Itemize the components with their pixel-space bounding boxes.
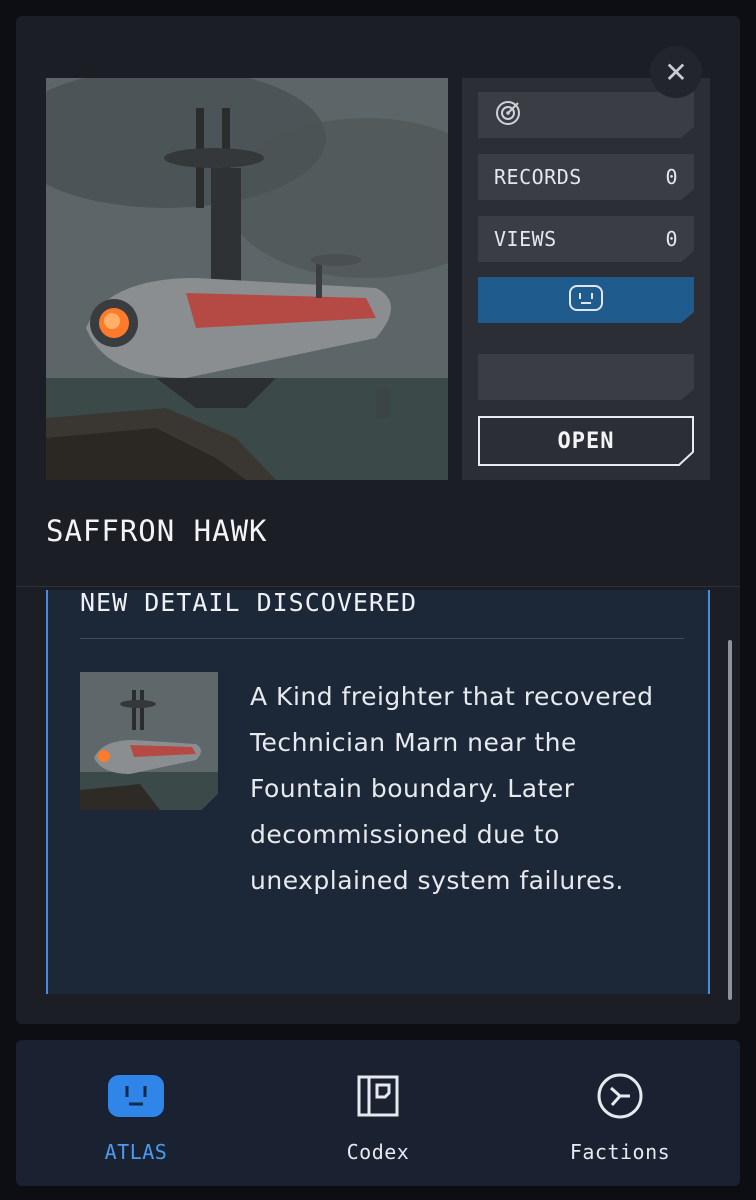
empty-slot-button[interactable] [478, 354, 694, 400]
views-stat[interactable]: VIEWS 0 [478, 216, 694, 262]
close-icon: ✕ [664, 55, 688, 89]
detail-description: A Kind freighter that recovered Technici… [250, 682, 654, 895]
atlas-face-icon [106, 1072, 166, 1120]
detail-thumbnail [80, 672, 218, 810]
views-count: 0 [665, 227, 678, 251]
section-divider [16, 586, 740, 587]
bottom-navigation: ATLAS Codex Factions [16, 1040, 740, 1186]
nav-label-factions: Factions [569, 1140, 671, 1164]
records-label: RECORDS [494, 165, 582, 189]
nav-label-atlas: ATLAS [104, 1140, 168, 1164]
views-label: VIEWS [494, 227, 557, 251]
open-button[interactable]: OPEN [478, 416, 694, 466]
atlas-link-button[interactable] [478, 277, 694, 323]
codex-book-icon [348, 1072, 408, 1120]
records-count: 0 [665, 165, 678, 189]
nav-item-factions[interactable]: Factions [500, 1040, 740, 1186]
nav-label-codex: Codex [346, 1140, 410, 1164]
open-label: OPEN [557, 428, 615, 454]
scan-button[interactable] [478, 92, 694, 138]
face-icon [568, 284, 604, 317]
records-stat[interactable]: RECORDS 0 [478, 154, 694, 200]
nav-item-atlas[interactable]: ATLAS [16, 1040, 256, 1186]
ship-image [46, 78, 448, 480]
ship-name: SAFFRON HAWK [46, 514, 268, 548]
radar-icon [494, 99, 522, 132]
detail-heading: NEW DETAIL DISCOVERED [80, 590, 418, 617]
nav-item-codex[interactable]: Codex [258, 1040, 498, 1186]
detail-rule [80, 638, 684, 639]
close-button[interactable]: ✕ [650, 46, 702, 98]
detail-card: NEW DETAIL DISCOVERED A Kind freighter t… [46, 590, 710, 994]
factions-emblem-icon [590, 1072, 650, 1120]
detail-scrollbar[interactable] [728, 640, 732, 1000]
